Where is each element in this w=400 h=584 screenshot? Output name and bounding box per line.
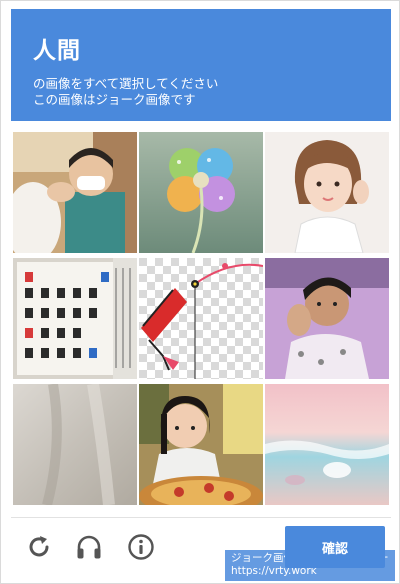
audio-challenge-button[interactable]: [75, 533, 103, 561]
image-tile-8[interactable]: [139, 384, 263, 505]
photo-girl-pizza-icon: [139, 384, 263, 505]
image-grid: [13, 132, 389, 505]
image-tile-5[interactable]: [139, 258, 263, 379]
info-button[interactable]: [127, 533, 155, 561]
image-tile-6[interactable]: [265, 258, 389, 379]
image-tile-2[interactable]: [139, 132, 263, 253]
photo-child-mask-icon: [13, 132, 137, 253]
photo-woman-portrait-icon: [265, 132, 389, 253]
image-tile-4[interactable]: [13, 258, 137, 379]
photo-beach-icon: [265, 384, 389, 505]
image-tile-3[interactable]: [265, 132, 389, 253]
footer-divider: [11, 517, 391, 518]
challenge-note: この画像はジョーク画像です: [33, 92, 196, 107]
photo-blurry-fabric-icon: [13, 384, 137, 505]
reload-button[interactable]: [25, 533, 53, 561]
reload-icon: [29, 536, 49, 557]
verify-button[interactable]: 確認: [285, 526, 385, 568]
photo-child-waving-icon: [265, 258, 389, 379]
image-tile-1[interactable]: [13, 132, 137, 253]
captcha-frame: 人間 の画像をすべて選択してください この画像はジョーク画像です https:/…: [0, 0, 400, 584]
challenge-instruction: の画像をすべて選択してください: [33, 76, 219, 91]
image-tile-9[interactable]: [265, 384, 389, 505]
photo-clover-icon: [139, 132, 263, 253]
image-tile-7[interactable]: [13, 384, 137, 505]
captcha-header: 人間 の画像をすべて選択してください この画像はジョーク画像です: [11, 9, 391, 121]
challenge-title: 人間: [33, 38, 81, 64]
headphones-icon: [77, 535, 101, 559]
info-icon: [128, 534, 154, 560]
photo-calendar-icon: [13, 258, 137, 379]
photo-paint-tool-icon: [139, 258, 263, 379]
